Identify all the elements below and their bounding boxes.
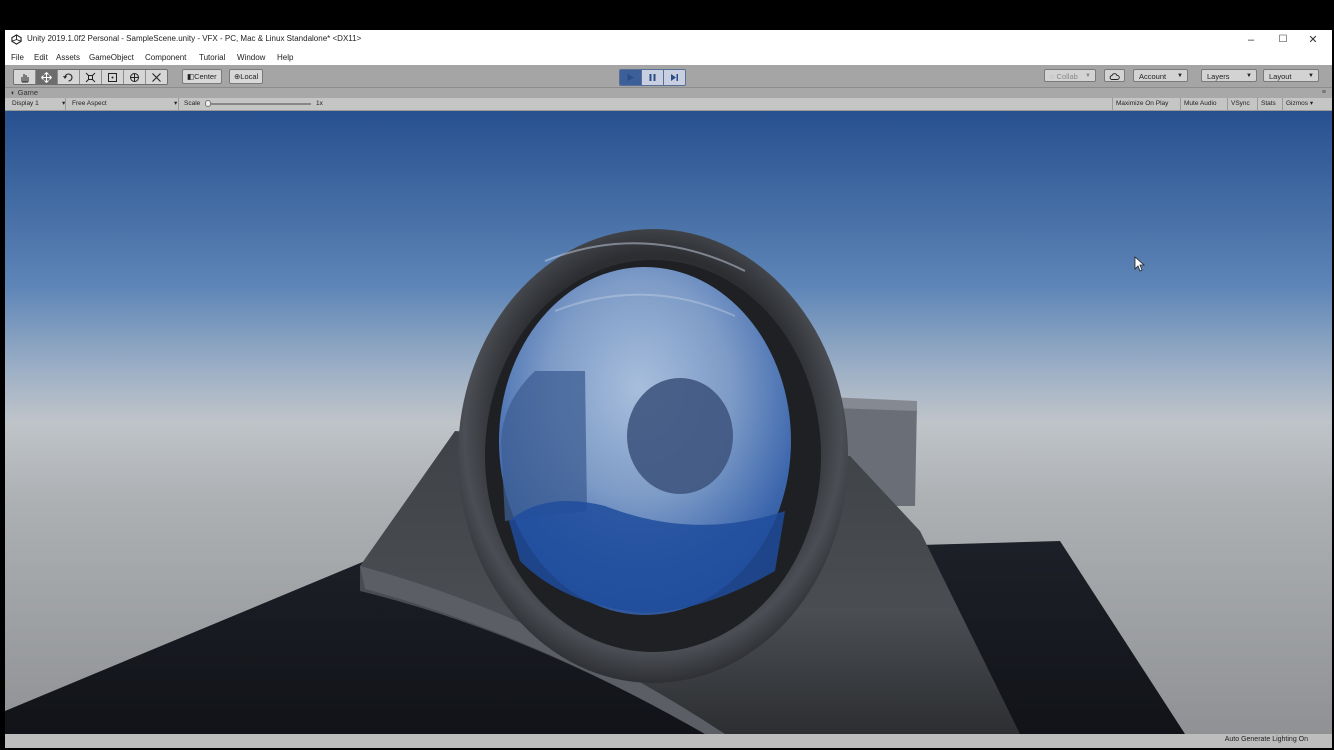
custom-tool-button[interactable] <box>146 70 167 84</box>
menu-component[interactable]: Component <box>145 53 186 62</box>
play-controls <box>619 69 686 86</box>
step-button[interactable] <box>664 70 685 85</box>
panel-menu-icon[interactable]: ≡ <box>1322 88 1326 98</box>
transform-tools <box>13 69 168 85</box>
top-black-bar <box>0 0 1334 30</box>
title-bar: Unity 2019.1.0f2 Personal - SampleScene.… <box>5 30 1332 50</box>
account-dropdown[interactable]: Account ▼ <box>1133 69 1188 82</box>
maximize-button[interactable]: ☐ <box>1268 32 1298 48</box>
window-title: Unity 2019.1.0f2 Personal - SampleScene.… <box>27 34 362 43</box>
chevron-down-icon: ▼ <box>1246 73 1252 79</box>
menu-bar: File Edit Assets GameObject Component Tu… <box>5 50 1332 65</box>
minimize-button[interactable]: – <box>1236 32 1266 48</box>
layout-label: Layout <box>1269 72 1292 81</box>
move-icon <box>41 71 52 83</box>
rect-tool-button[interactable] <box>102 70 124 84</box>
space-label: Local <box>240 72 259 81</box>
tab-row: ◐ Game ≡ <box>5 88 1332 98</box>
chevron-down-icon: ▼ <box>1085 73 1091 79</box>
game-view-toolbar: Display 1 ▾ Free Aspect ▾ Scale 1x Maximiz… <box>5 98 1332 111</box>
transform-tool-button[interactable] <box>124 70 146 84</box>
pivot-local-toggle[interactable]: ⊕Local <box>229 69 264 84</box>
pause-button[interactable] <box>642 70 664 85</box>
layers-dropdown[interactable]: Layers ▼ <box>1201 69 1257 82</box>
rect-tool-icon <box>108 72 117 82</box>
game-tab-icon: ◐ <box>11 88 18 97</box>
menu-edit[interactable]: Edit <box>34 53 48 62</box>
pause-icon <box>649 74 656 81</box>
scale-label: Scale <box>178 98 200 110</box>
hand-icon <box>21 73 29 82</box>
transform-icon <box>130 72 139 82</box>
menu-tutorial[interactable]: Tutorial <box>199 53 225 62</box>
menu-file[interactable]: File <box>11 53 24 62</box>
layout-dropdown[interactable]: Layout ▼ <box>1263 69 1319 82</box>
scale-slider-thumb[interactable] <box>205 100 211 107</box>
main-toolbar: ◧Center ⊕Local ◌ Collab▼ Account▼ Laye <box>5 65 1332 88</box>
game-tab-label: Game <box>17 88 39 97</box>
step-icon <box>671 74 678 81</box>
aspect-dropdown[interactable]: Free Aspect ▾ <box>65 98 177 110</box>
menu-window[interactable]: Window <box>237 53 265 62</box>
rotate-icon <box>63 72 73 82</box>
close-button[interactable]: ✕ <box>1298 32 1328 48</box>
account-label: Account <box>1139 72 1167 81</box>
collab-dropdown[interactable]: ◌ Collab ▼ <box>1044 69 1096 82</box>
cloud-icon <box>1109 73 1120 80</box>
gizmos-dropdown[interactable]: Gizmos ▾ <box>1282 98 1316 110</box>
hand-tool-button[interactable] <box>14 70 36 84</box>
chevron-down-icon: ▼ <box>1177 73 1183 79</box>
status-text: Auto Generate Lighting On <box>1224 736 1308 743</box>
rotate-tool-button[interactable] <box>58 70 80 84</box>
tab-game[interactable]: ◐ Game <box>11 88 38 98</box>
move-tool-button[interactable] <box>36 70 58 84</box>
pivot-center-toggle[interactable]: ◧Center <box>182 69 222 84</box>
aspect-label: Free Aspect <box>72 100 107 107</box>
scale-tool-button[interactable] <box>80 70 102 84</box>
menu-assets[interactable]: Assets <box>56 53 80 62</box>
menu-help[interactable]: Help <box>277 53 293 62</box>
menu-gameobject[interactable]: GameObject <box>89 53 134 62</box>
scale-slider-track[interactable] <box>207 103 311 105</box>
mute-audio-toggle[interactable]: Mute Audio <box>1180 98 1220 110</box>
unity-editor-window: Unity 2019.1.0f2 Personal - SampleScene.… <box>5 30 1332 748</box>
unity-logo-icon <box>11 34 22 45</box>
scale-value: 1x <box>316 100 323 107</box>
gizmos-label: Gizmos <box>1286 100 1309 107</box>
stats-toggle[interactable]: Stats <box>1257 98 1279 110</box>
custom-tool-icon <box>152 72 161 82</box>
vsync-toggle[interactable]: VSync <box>1227 98 1253 110</box>
layers-label: Layers <box>1207 72 1230 81</box>
cloud-button[interactable] <box>1104 69 1125 82</box>
pivot-label: Center <box>194 72 217 81</box>
play-icon <box>627 74 634 81</box>
chevron-down-icon: ▼ <box>1308 73 1314 79</box>
scene-render <box>5 111 1332 734</box>
collab-label: Collab <box>1056 72 1078 81</box>
display-dropdown[interactable]: Display 1 ▾ <box>12 98 65 110</box>
scale-icon <box>85 72 96 82</box>
chevron-down-icon: ▾ <box>174 100 178 107</box>
play-button[interactable] <box>620 70 642 85</box>
maximize-on-play-toggle[interactable]: Maximize On Play <box>1112 98 1171 110</box>
game-viewport[interactable] <box>5 111 1332 734</box>
status-bar: Auto Generate Lighting On <box>5 734 1332 748</box>
display-label: Display 1 <box>12 100 39 107</box>
